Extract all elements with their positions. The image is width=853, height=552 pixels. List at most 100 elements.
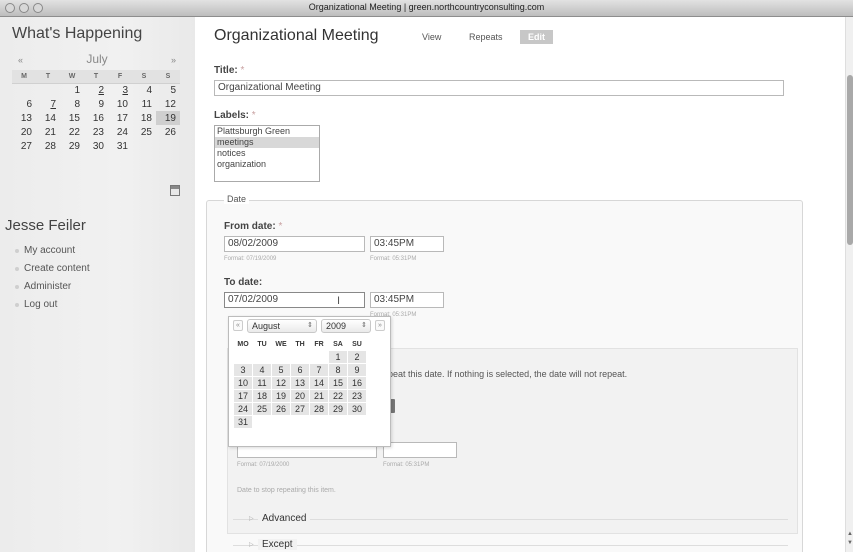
datepicker-day[interactable]: 10 bbox=[234, 377, 252, 389]
datepicker-day[interactable]: 26 bbox=[272, 403, 290, 415]
datepicker-year-select[interactable]: 2009 ⇕ bbox=[321, 319, 371, 333]
calendar-day: 19 bbox=[156, 111, 180, 125]
datepicker-day[interactable]: 6 bbox=[291, 364, 309, 376]
calendar-day[interactable]: 2 bbox=[84, 83, 108, 97]
datepicker-day[interactable]: 31 bbox=[234, 416, 252, 428]
datepicker-day[interactable]: 18 bbox=[253, 390, 271, 402]
from-time-input[interactable]: 03:45PM bbox=[370, 236, 444, 252]
datepicker-day[interactable]: 1 bbox=[329, 351, 347, 363]
datepicker-day[interactable]: 2 bbox=[348, 351, 366, 363]
datepicker-weekday-header: TU bbox=[257, 340, 267, 348]
datepicker-day[interactable]: 22 bbox=[329, 390, 347, 402]
from-date-input[interactable]: 08/02/2009 bbox=[224, 236, 365, 252]
except-label: Except bbox=[262, 539, 293, 550]
datepicker-week-row: 17 18 19 20 21 22 23 bbox=[234, 390, 366, 402]
calendar-day: 14 bbox=[44, 112, 56, 124]
datepicker-popup: « August ⇕ 2009 ⇕ » MO TU WE TH FR SA SU 12345… bbox=[228, 316, 391, 447]
datepicker-day[interactable]: 3 bbox=[234, 364, 252, 376]
datepicker-day[interactable]: 23 bbox=[348, 390, 366, 402]
calendar-day: 21 bbox=[44, 126, 56, 138]
to-date-label: To date: bbox=[224, 277, 263, 288]
datepicker-day[interactable]: 12 bbox=[272, 377, 290, 389]
page-title: Organizational Meeting bbox=[214, 27, 379, 44]
calendar-day[interactable]: 3 bbox=[108, 83, 132, 97]
calendar-month-label: July bbox=[86, 52, 108, 66]
expand-triangle-icon: ▷ bbox=[249, 516, 254, 522]
advanced-collapsible[interactable]: ▷ Advanced bbox=[249, 513, 311, 524]
calendar-empty-cell bbox=[132, 139, 156, 153]
weekday-header: W bbox=[60, 70, 84, 84]
datepicker-empty-cell bbox=[329, 416, 347, 428]
vertical-scrollbar[interactable]: ▲ ▼ bbox=[845, 17, 853, 552]
until-date-format-hint: Format: 07/19/2000 bbox=[237, 462, 290, 468]
calendar-week-row: 27 28 29 30 31 bbox=[12, 139, 180, 153]
datepicker-day[interactable]: 27 bbox=[291, 403, 309, 415]
calendar-day: 10 bbox=[116, 98, 128, 110]
labels-option[interactable]: notices bbox=[215, 148, 319, 159]
datepicker-prev-button[interactable]: « bbox=[233, 320, 243, 331]
calendar-day: 20 bbox=[20, 126, 32, 138]
tab-view[interactable]: View bbox=[414, 30, 449, 44]
labels-option[interactable]: meetings bbox=[215, 137, 319, 148]
datepicker-day[interactable]: 15 bbox=[329, 377, 347, 389]
calendar-day: 23 bbox=[92, 126, 104, 138]
datepicker-day[interactable]: 13 bbox=[291, 377, 309, 389]
calendar-empty-cell bbox=[36, 83, 60, 97]
datepicker-day[interactable]: 4 bbox=[253, 364, 271, 376]
datepicker-weekday-header: TH bbox=[295, 340, 305, 348]
user-menu-administer-link[interactable]: Administer bbox=[15, 281, 90, 299]
tab-repeats[interactable]: Repeats bbox=[461, 30, 511, 44]
datepicker-month-select[interactable]: August ⇕ bbox=[247, 319, 317, 333]
calendar-day[interactable]: 7 bbox=[36, 97, 60, 111]
datepicker-weekday-header: WE bbox=[275, 340, 287, 348]
datepicker-day[interactable]: 25 bbox=[253, 403, 271, 415]
weekday-header: S bbox=[156, 70, 180, 84]
datepicker-empty-cell bbox=[234, 351, 252, 363]
datepicker-grid: MO TU WE TH FR SA SU 1 2 3 4 5 6 7 8 9 10 11 12 13 14 15 16 17… bbox=[233, 337, 367, 429]
until-time-input[interactable] bbox=[383, 442, 457, 458]
select-arrows-icon: ⇕ bbox=[361, 322, 367, 329]
datepicker-day[interactable]: 30 bbox=[348, 403, 366, 415]
user-menu-create-content-link[interactable]: Create content bbox=[15, 263, 90, 281]
calendar-day: 11 bbox=[141, 98, 152, 110]
datepicker-day[interactable]: 5 bbox=[272, 364, 290, 376]
datepicker-day[interactable]: 19 bbox=[272, 390, 290, 402]
datepicker-day[interactable]: 9 bbox=[348, 364, 366, 376]
datepicker-day[interactable]: 14 bbox=[310, 377, 328, 389]
calendar-day: 17 bbox=[116, 112, 128, 124]
datepicker-weekday-header: SA bbox=[333, 340, 343, 348]
datepicker-next-button[interactable]: » bbox=[375, 320, 385, 331]
user-menu-log-out-link[interactable]: Log out bbox=[15, 299, 90, 317]
scroll-up-arrow-icon[interactable]: ▲ bbox=[846, 531, 853, 537]
title-input[interactable]: Organizational Meeting bbox=[214, 80, 784, 96]
labels-option[interactable]: organization bbox=[215, 159, 319, 170]
datepicker-day[interactable]: 17 bbox=[234, 390, 252, 402]
datepicker-day[interactable]: 21 bbox=[310, 390, 328, 402]
datepicker-day[interactable]: 24 bbox=[234, 403, 252, 415]
labels-option[interactable]: Plattsburgh Green bbox=[215, 126, 319, 137]
window-title-bar: Organizational Meeting | green.northcoun… bbox=[0, 0, 853, 17]
datepicker-empty-cell bbox=[272, 351, 290, 363]
scrollbar-thumb[interactable] bbox=[847, 75, 853, 245]
datepicker-day[interactable]: 28 bbox=[310, 403, 328, 415]
calendar-day: 4 bbox=[146, 84, 152, 96]
datepicker-day[interactable]: 7 bbox=[310, 364, 328, 376]
except-collapsible[interactable]: ▷ Except bbox=[249, 539, 297, 550]
datepicker-empty-cell bbox=[348, 416, 366, 428]
user-menu-my-account-link[interactable]: My account bbox=[15, 245, 90, 263]
datepicker-day[interactable]: 20 bbox=[291, 390, 309, 402]
text-cursor-icon: I bbox=[337, 295, 341, 307]
sidebar: What's Happening « July » MTWTFSS 123456… bbox=[0, 17, 195, 552]
to-time-input[interactable]: 03:45PM bbox=[370, 292, 444, 308]
labels-multiselect[interactable]: Plattsburgh Green meetings notices organiza… bbox=[214, 125, 320, 182]
tab-edit[interactable]: Edit bbox=[520, 30, 553, 44]
datepicker-day[interactable]: 29 bbox=[329, 403, 347, 415]
datepicker-day[interactable]: 8 bbox=[329, 364, 347, 376]
datepicker-day[interactable]: 16 bbox=[348, 377, 366, 389]
to-date-input[interactable]: 07/02/2009 bbox=[224, 292, 365, 308]
scroll-down-arrow-icon[interactable]: ▼ bbox=[846, 540, 853, 546]
calendar-icon[interactable] bbox=[170, 185, 180, 196]
calendar-next-month-link[interactable]: » bbox=[171, 55, 176, 65]
datepicker-day[interactable]: 11 bbox=[253, 377, 271, 389]
required-marker: * bbox=[251, 110, 256, 121]
